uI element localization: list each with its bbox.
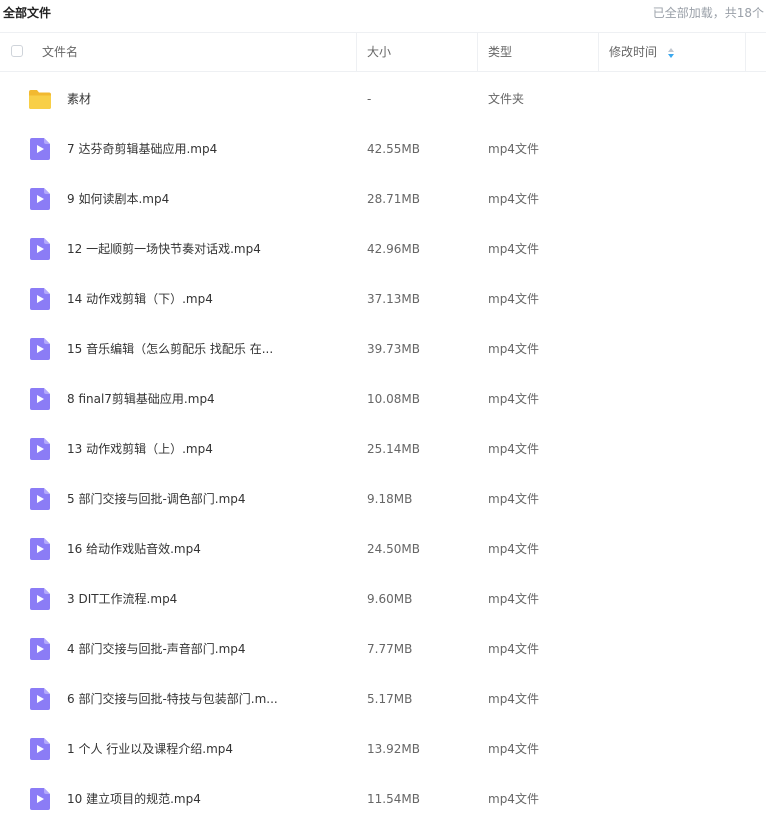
file-type: mp4文件 bbox=[488, 242, 539, 256]
video-file-icon bbox=[30, 538, 52, 560]
video-file-icon bbox=[30, 638, 52, 660]
file-size: 42.96MB bbox=[367, 242, 420, 256]
file-row[interactable]: 5 部门交接与回批-调色部门.mp4 9.18MB mp4文件 bbox=[0, 474, 766, 524]
file-type: mp4文件 bbox=[488, 392, 539, 406]
file-size: 25.14MB bbox=[367, 442, 420, 456]
file-size: 28.71MB bbox=[367, 192, 420, 206]
video-file-icon bbox=[30, 138, 52, 160]
file-size: 42.55MB bbox=[367, 142, 420, 156]
file-row[interactable]: 9 如何读剧本.mp4 28.71MB mp4文件 bbox=[0, 174, 766, 224]
file-size: 9.18MB bbox=[367, 492, 413, 506]
load-status: 已全部加载，共18个 bbox=[652, 6, 764, 20]
file-name[interactable]: 12 一起顺剪一场快节奏对话戏.mp4 bbox=[67, 224, 261, 274]
column-divider[interactable] bbox=[356, 33, 357, 71]
file-name[interactable]: 8 final7剪辑基础应用.mp4 bbox=[67, 374, 215, 424]
file-type: mp4文件 bbox=[488, 642, 539, 656]
file-type: mp4文件 bbox=[488, 692, 539, 706]
folder-row[interactable]: 素材 - 文件夹 bbox=[0, 74, 766, 124]
video-file-icon bbox=[30, 288, 52, 310]
file-name[interactable]: 7 达芬奇剪辑基础应用.mp4 bbox=[67, 124, 217, 174]
file-size: 39.73MB bbox=[367, 342, 420, 356]
file-size: 10.08MB bbox=[367, 392, 420, 406]
page-title: 全部文件 bbox=[3, 6, 52, 20]
file-name[interactable]: 6 部门交接与回批-特技与包装部门.m... bbox=[67, 674, 278, 724]
file-type: mp4文件 bbox=[488, 742, 539, 756]
column-divider[interactable] bbox=[598, 33, 599, 71]
file-size: 37.13MB bbox=[367, 292, 420, 306]
file-size: 11.54MB bbox=[367, 792, 420, 806]
select-all-checkbox[interactable] bbox=[11, 45, 23, 57]
file-type: mp4文件 bbox=[488, 542, 539, 556]
file-type: mp4文件 bbox=[488, 592, 539, 606]
file-name[interactable]: 15 音乐编辑（怎么剪配乐 找配乐 在... bbox=[67, 324, 273, 374]
file-size: 13.92MB bbox=[367, 742, 420, 756]
file-row[interactable]: 8 final7剪辑基础应用.mp4 10.08MB mp4文件 bbox=[0, 374, 766, 424]
file-row[interactable]: 3 DIT工作流程.mp4 9.60MB mp4文件 bbox=[0, 574, 766, 624]
video-file-icon bbox=[30, 738, 52, 760]
file-size: 7.77MB bbox=[367, 642, 413, 656]
video-file-icon bbox=[30, 188, 52, 210]
file-name[interactable]: 9 如何读剧本.mp4 bbox=[67, 174, 169, 224]
file-size: 5.17MB bbox=[367, 692, 413, 706]
file-type: mp4文件 bbox=[488, 492, 539, 506]
video-file-icon bbox=[30, 488, 52, 510]
video-file-icon bbox=[30, 788, 52, 810]
column-header-type[interactable]: 类型 bbox=[488, 33, 512, 71]
video-file-icon bbox=[30, 338, 52, 360]
file-type: mp4文件 bbox=[488, 792, 539, 806]
folder-icon bbox=[28, 88, 51, 110]
file-type: mp4文件 bbox=[488, 292, 539, 306]
file-size: 24.50MB bbox=[367, 542, 420, 556]
file-row[interactable]: 6 部门交接与回批-特技与包装部门.m... 5.17MB mp4文件 bbox=[0, 674, 766, 724]
video-file-icon bbox=[30, 238, 52, 260]
file-row[interactable]: 12 一起顺剪一场快节奏对话戏.mp4 42.96MB mp4文件 bbox=[0, 224, 766, 274]
column-divider[interactable] bbox=[745, 33, 746, 71]
file-type: mp4文件 bbox=[488, 442, 539, 456]
video-file-icon bbox=[30, 688, 52, 710]
file-row[interactable]: 7 达芬奇剪辑基础应用.mp4 42.55MB mp4文件 bbox=[0, 124, 766, 174]
file-name[interactable]: 素材 bbox=[67, 74, 91, 124]
file-name[interactable]: 4 部门交接与回批-声音部门.mp4 bbox=[67, 624, 246, 674]
file-name[interactable]: 10 建立项目的规范.mp4 bbox=[67, 774, 201, 824]
file-row[interactable]: 13 动作戏剪辑（上）.mp4 25.14MB mp4文件 bbox=[0, 424, 766, 474]
video-file-icon bbox=[30, 588, 52, 610]
video-file-icon bbox=[30, 388, 52, 410]
file-size: 9.60MB bbox=[367, 592, 413, 606]
table-header: 文件名 大小 类型 修改时间 bbox=[0, 32, 766, 72]
file-row[interactable]: 15 音乐编辑（怎么剪配乐 找配乐 在... 39.73MB mp4文件 bbox=[0, 324, 766, 374]
file-row[interactable]: 4 部门交接与回批-声音部门.mp4 7.77MB mp4文件 bbox=[0, 624, 766, 674]
file-name[interactable]: 14 动作戏剪辑（下）.mp4 bbox=[67, 274, 213, 324]
sort-icon[interactable] bbox=[667, 47, 675, 59]
file-row[interactable]: 16 给动作戏贴音效.mp4 24.50MB mp4文件 bbox=[0, 524, 766, 574]
file-type: mp4文件 bbox=[488, 342, 539, 356]
column-header-name[interactable]: 文件名 bbox=[42, 33, 78, 71]
file-name[interactable]: 16 给动作戏贴音效.mp4 bbox=[67, 524, 201, 574]
column-divider[interactable] bbox=[477, 33, 478, 71]
file-row[interactable]: 10 建立项目的规范.mp4 11.54MB mp4文件 bbox=[0, 774, 766, 824]
file-list: 素材 - 文件夹 7 达芬奇剪辑基础应用.mp4 42.55MB mp4文件 9 如何读剧本… bbox=[0, 74, 766, 824]
file-name[interactable]: 1 个人 行业以及课程介绍.mp4 bbox=[67, 724, 233, 774]
file-name[interactable]: 3 DIT工作流程.mp4 bbox=[67, 574, 177, 624]
file-type: mp4文件 bbox=[488, 192, 539, 206]
column-header-size[interactable]: 大小 bbox=[367, 33, 391, 71]
file-size: - bbox=[367, 92, 372, 106]
file-name[interactable]: 13 动作戏剪辑（上）.mp4 bbox=[67, 424, 213, 474]
column-header-modified[interactable]: 修改时间 bbox=[609, 33, 657, 71]
file-row[interactable]: 14 动作戏剪辑（下）.mp4 37.13MB mp4文件 bbox=[0, 274, 766, 324]
video-file-icon bbox=[30, 438, 52, 460]
file-type: mp4文件 bbox=[488, 142, 539, 156]
top-bar: 全部文件 已全部加载，共18个 bbox=[0, 0, 766, 24]
file-row[interactable]: 1 个人 行业以及课程介绍.mp4 13.92MB mp4文件 bbox=[0, 724, 766, 774]
file-name[interactable]: 5 部门交接与回批-调色部门.mp4 bbox=[67, 474, 246, 524]
file-type: 文件夹 bbox=[488, 92, 525, 106]
